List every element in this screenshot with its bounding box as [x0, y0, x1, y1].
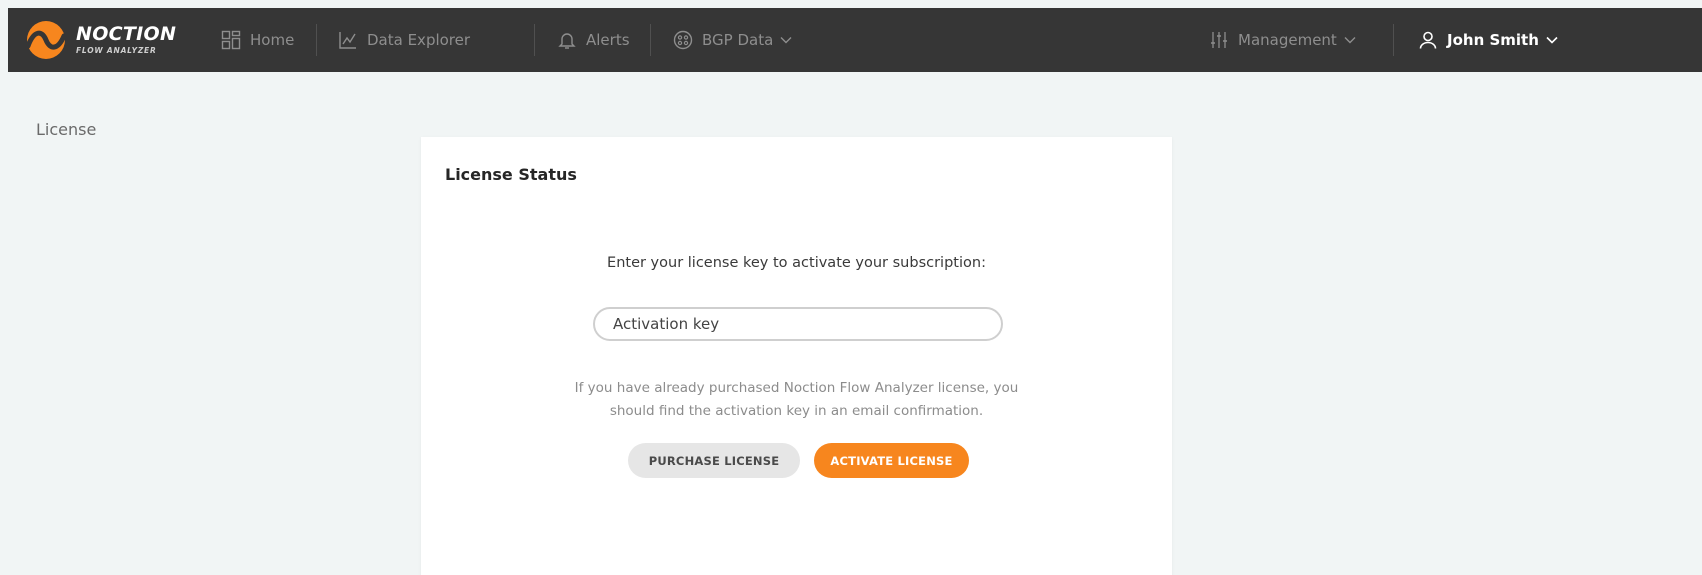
- user-menu[interactable]: John Smith: [1418, 8, 1567, 72]
- network-icon: [673, 30, 693, 50]
- sliders-icon: [1211, 32, 1227, 48]
- nav-divider: [316, 24, 317, 56]
- nav-bgp-data-label: BGP Data: [702, 31, 774, 49]
- nav-divider: [1393, 24, 1394, 56]
- nav-bgp-data[interactable]: BGP Data: [673, 8, 801, 72]
- activate-license-button[interactable]: ACTIVATE LICENSE: [814, 443, 969, 478]
- chevron-down-icon: [1344, 37, 1356, 44]
- license-prompt: Enter your license key to activate your …: [607, 255, 986, 271]
- top-navbar: NOCTION FLOW ANALYZER Home Data Explorer: [8, 8, 1702, 72]
- nav-home[interactable]: Home: [221, 8, 294, 72]
- nav-divider: [650, 24, 651, 56]
- user-icon: [1419, 31, 1437, 49]
- nav-alerts[interactable]: Alerts: [557, 8, 630, 72]
- noction-logo-icon: [25, 21, 67, 59]
- license-hint-line: If you have already purchased Noction Fl…: [574, 380, 1019, 396]
- nav-data-explorer[interactable]: Data Explorer: [338, 8, 470, 72]
- nav-divider: [534, 24, 535, 56]
- nav-home-label: Home: [250, 31, 295, 49]
- nav-management[interactable]: Management: [1209, 8, 1365, 72]
- brand-logo[interactable]: NOCTION FLOW ANALYZER: [24, 20, 176, 60]
- user-name: John Smith: [1447, 31, 1539, 49]
- license-card: License Status Enter your license key to…: [421, 137, 1172, 575]
- brand-title: NOCTION: [76, 23, 177, 46]
- nav-data-explorer-label: Data Explorer: [367, 31, 471, 49]
- breadcrumb: License: [36, 120, 97, 139]
- license-hint-line: should find the activation key in an ema…: [609, 403, 984, 419]
- purchase-license-button[interactable]: PURCHASE LICENSE: [628, 443, 800, 478]
- nav-management-label: Management: [1238, 31, 1337, 49]
- chevron-down-icon: [1546, 36, 1558, 44]
- license-hint: If you have already purchased Noction Fl…: [421, 377, 1172, 423]
- nav-alerts-label: Alerts: [586, 31, 630, 49]
- chart-line-icon: [339, 32, 356, 49]
- app-window: NOCTION FLOW ANALYZER Home Data Explorer: [8, 8, 1702, 575]
- chevron-down-icon: [780, 37, 792, 44]
- bell-icon: [558, 33, 576, 49]
- grid-icon: [221, 30, 241, 50]
- card-title: License Status: [445, 165, 577, 184]
- activation-key-input[interactable]: [593, 307, 1003, 341]
- brand-subtitle: FLOW ANALYZER: [76, 46, 157, 56]
